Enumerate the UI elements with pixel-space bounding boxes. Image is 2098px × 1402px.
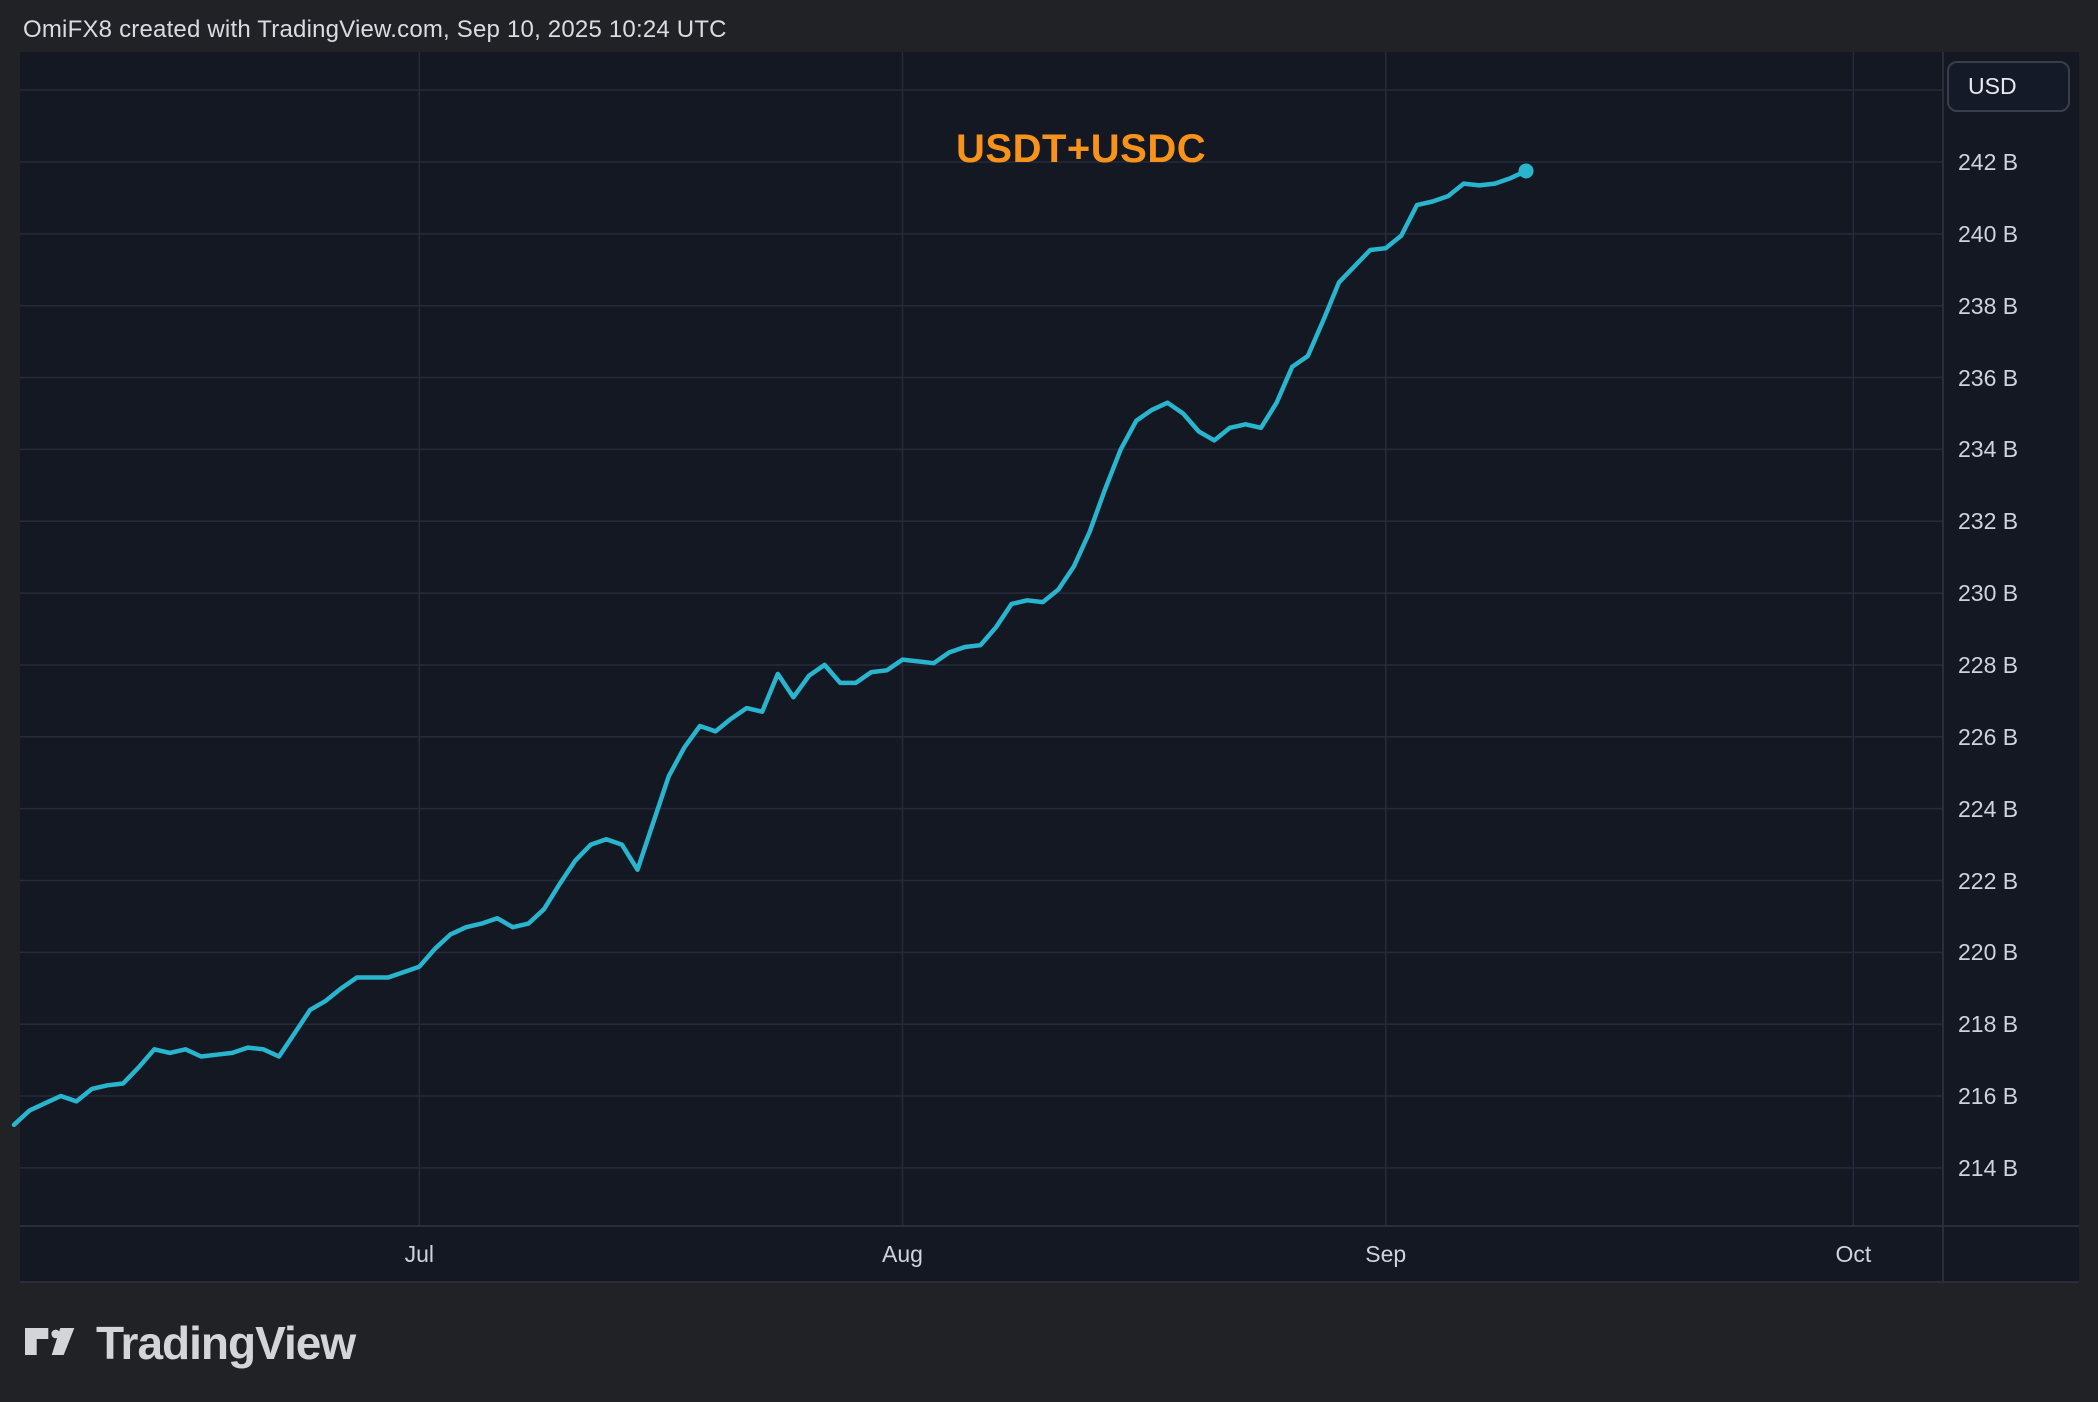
price-tick-label: 232 B [1958, 508, 2018, 534]
time-tick-label: Jul [405, 1240, 434, 1268]
price-tick-label: 226 B [1958, 724, 2018, 750]
price-tick-label: 234 B [1958, 436, 2018, 462]
tradingview-snapshot: OmiFX8 created with TradingView.com, Sep… [0, 0, 2098, 1402]
panel-bottom-border [20, 1281, 2079, 1283]
price-tick-label: 218 B [1958, 1011, 2018, 1037]
time-tick-label: Sep [1365, 1240, 1406, 1268]
tradingview-wordmark: TradingView [96, 1316, 355, 1370]
tradingview-logo-icon [25, 1328, 75, 1355]
price-tick-label: 238 B [1958, 293, 2018, 319]
series-label: USDT+USDC [956, 127, 1206, 172]
price-axis-separator [1942, 52, 1944, 1282]
time-tick-label: Aug [882, 1240, 923, 1268]
time-axis-separator [20, 1225, 2079, 1227]
chart-panel-background [20, 52, 2079, 1282]
price-tick-label: 228 B [1958, 652, 2018, 678]
price-tick-label: 220 B [1958, 939, 2018, 965]
price-tick-label: 224 B [1958, 796, 2018, 822]
time-tick-label: Oct [1835, 1240, 1871, 1268]
snapshot-attribution-title: OmiFX8 created with TradingView.com, Sep… [23, 16, 727, 44]
price-tick-label: 216 B [1958, 1083, 2018, 1109]
price-tick-label: 214 B [1958, 1155, 2018, 1181]
currency-usd-button[interactable]: USD [1947, 61, 2070, 112]
price-tick-label: 240 B [1958, 221, 2018, 247]
price-tick-label: 242 B [1958, 149, 2018, 175]
price-tick-label: 236 B [1958, 365, 2018, 391]
price-tick-label: 230 B [1958, 580, 2018, 606]
price-tick-label: 222 B [1958, 868, 2018, 894]
